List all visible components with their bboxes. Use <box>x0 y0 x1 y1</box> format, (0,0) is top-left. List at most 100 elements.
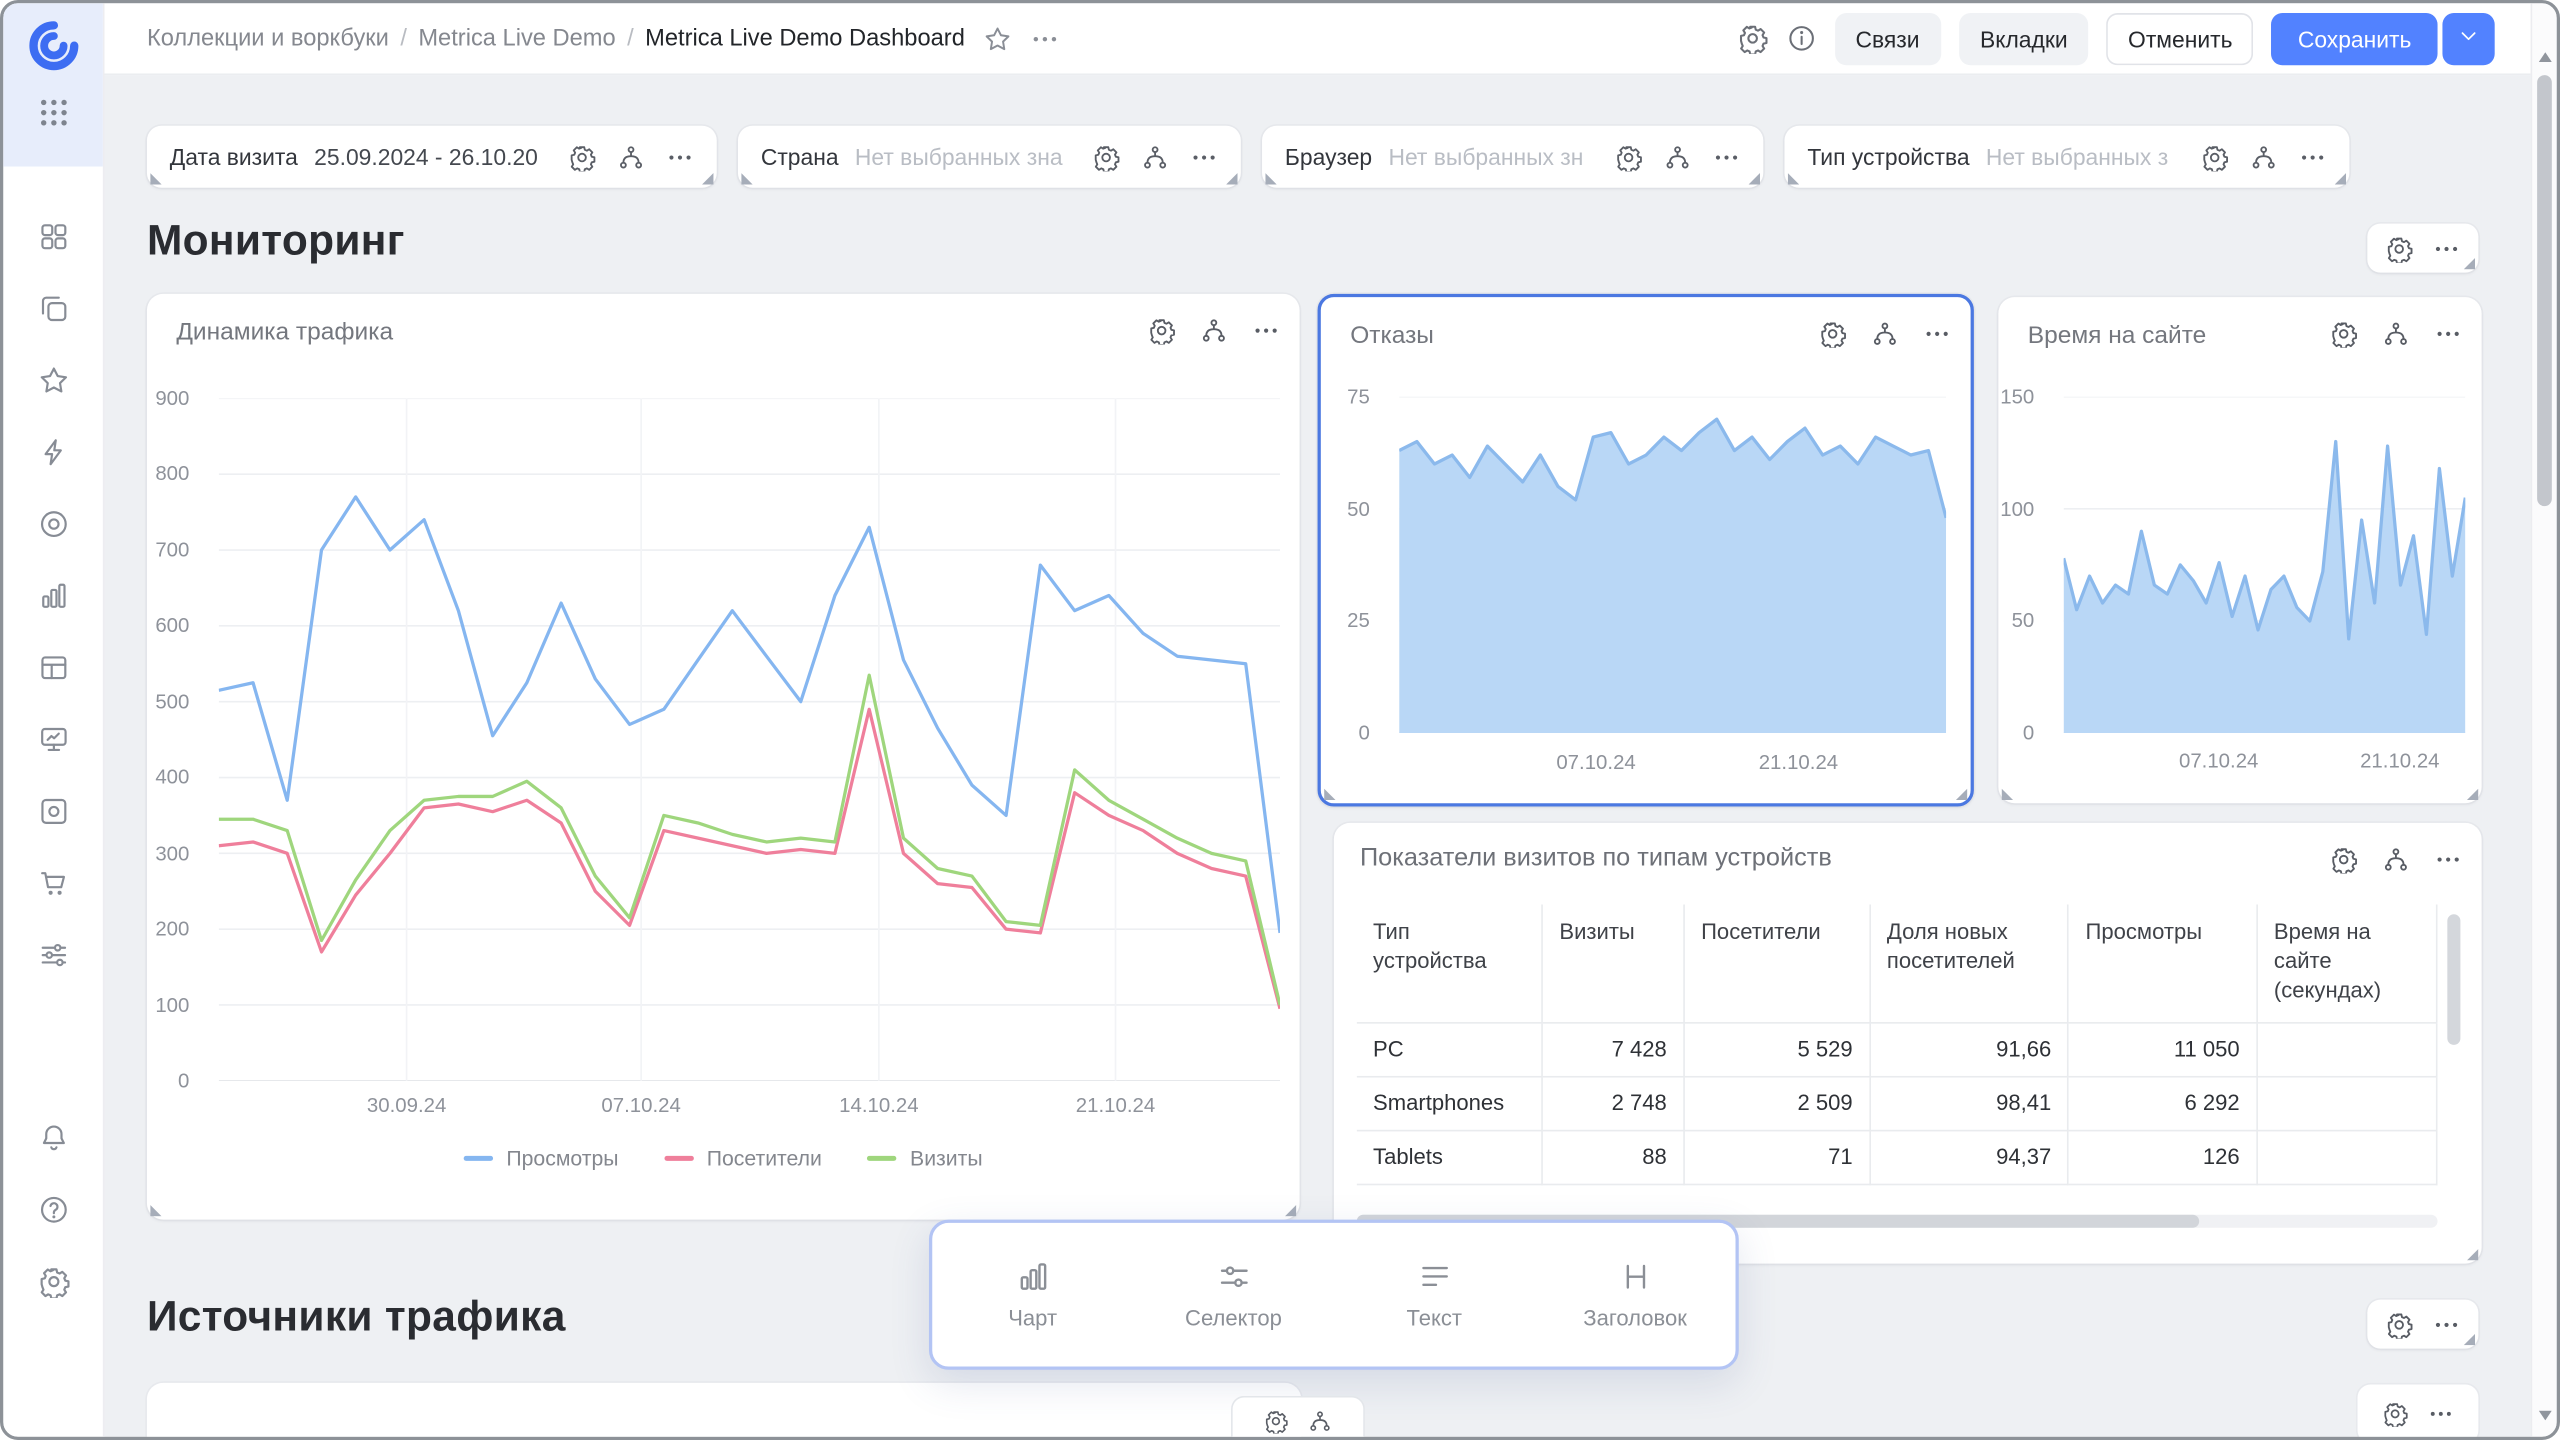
add-selector-button[interactable]: Селектор <box>1133 1223 1334 1367</box>
dashboard-settings-icon[interactable] <box>1736 23 1767 54</box>
more-icon[interactable] <box>2428 1401 2454 1427</box>
resize-handle[interactable] <box>1226 173 1237 184</box>
table-header-cell[interactable]: Посетители <box>1684 904 1870 1022</box>
gear-icon[interactable] <box>568 143 596 171</box>
apps-grid-icon[interactable] <box>35 95 71 131</box>
star-icon[interactable] <box>983 24 1012 53</box>
resize-handle[interactable] <box>2002 789 2013 800</box>
add-heading-button[interactable]: Заголовок <box>1535 1223 1736 1367</box>
filter-value[interactable]: Нет выбранных зн <box>1388 144 1601 170</box>
resize-handle[interactable] <box>2464 258 2475 269</box>
table-header-cell[interactable]: Визиты <box>1542 904 1684 1022</box>
filter-value[interactable]: Нет выбранных зна <box>855 144 1079 170</box>
more-icon[interactable] <box>1923 320 1951 348</box>
sidebar-item-quick-actions[interactable] <box>3 416 104 488</box>
sidebar-item-datasets[interactable] <box>3 632 104 704</box>
gear-icon[interactable] <box>2330 846 2358 874</box>
resize-handle[interactable] <box>150 1205 161 1216</box>
gear-icon[interactable] <box>1148 317 1176 345</box>
resize-handle[interactable] <box>1956 789 1967 800</box>
table-header-cell[interactable]: Время на сайте (секундах) <box>2257 904 2437 1022</box>
more-icon[interactable] <box>1252 317 1280 345</box>
links-icon[interactable] <box>617 143 645 171</box>
sidebar-item-services[interactable] <box>3 488 104 560</box>
sidebar-item-notifications[interactable] <box>3 1102 104 1174</box>
breadcrumb-item[interactable]: Metrica Live Demo <box>418 25 615 51</box>
resize-handle[interactable] <box>2464 1334 2475 1345</box>
resize-handle[interactable] <box>702 173 713 184</box>
save-button[interactable]: Сохранить <box>2272 12 2438 64</box>
tabs-button[interactable]: Вкладки <box>1959 12 2089 64</box>
more-icon[interactable] <box>1190 143 1218 171</box>
resize-handle[interactable] <box>150 173 161 184</box>
legend-item[interactable]: Просмотры <box>464 1146 619 1170</box>
widget-bounces[interactable]: Отказы 0255075 07.10.2421.10.24 <box>1318 294 1974 807</box>
filter-device-type[interactable]: Тип устройстваНет выбранных з <box>1784 126 2349 188</box>
resize-handle[interactable] <box>2335 173 2346 184</box>
gear-icon[interactable] <box>2385 1310 2413 1338</box>
apps-grid-icon[interactable] <box>35 95 71 131</box>
sidebar-item-charts[interactable] <box>3 560 104 632</box>
breadcrumb-more-icon[interactable] <box>1030 24 1059 53</box>
links-icon[interactable] <box>1871 320 1899 348</box>
sidebar-item-marketplace[interactable] <box>3 847 104 919</box>
resize-handle[interactable] <box>2467 789 2478 800</box>
add-chart-button[interactable]: Чарт <box>932 1223 1133 1367</box>
sidebar-item-dashboards[interactable] <box>3 704 104 776</box>
sidebar-item-storage[interactable] <box>3 776 104 848</box>
scroll-down-arrow-icon[interactable] <box>2539 1411 2552 1421</box>
resize-handle[interactable] <box>741 173 752 184</box>
info-icon[interactable] <box>1785 23 1816 54</box>
gear-icon[interactable] <box>2330 320 2358 348</box>
resize-handle[interactable] <box>1788 173 1799 184</box>
links-icon[interactable] <box>2250 143 2278 171</box>
table-vertical-scrollbar[interactable] <box>2447 908 2460 1195</box>
more-icon[interactable] <box>2434 846 2462 874</box>
sidebar-item-favorites[interactable] <box>3 344 104 416</box>
page-scrollbar[interactable] <box>2531 3 2557 1436</box>
gear-icon[interactable] <box>1264 1408 1288 1432</box>
table-header-cell[interactable]: Доля новых посетителей <box>1870 904 2069 1022</box>
links-icon[interactable] <box>2382 320 2410 348</box>
filter-value[interactable]: 25.09.2024 - 26.10.20 <box>314 144 555 170</box>
more-icon[interactable] <box>666 143 694 171</box>
datalens-logo-icon[interactable] <box>25 18 81 74</box>
more-icon[interactable] <box>2434 320 2462 348</box>
filter-value[interactable]: Нет выбранных з <box>1986 144 2188 170</box>
more-icon[interactable] <box>2433 1310 2461 1338</box>
resize-handle[interactable] <box>1749 173 1760 184</box>
legend-item[interactable]: Посетители <box>664 1146 822 1170</box>
sidebar-item-help[interactable] <box>3 1174 104 1246</box>
gear-icon[interactable] <box>2385 234 2413 262</box>
more-icon[interactable] <box>1713 143 1741 171</box>
links-icon[interactable] <box>1200 317 1228 345</box>
gear-icon[interactable] <box>1819 320 1847 348</box>
breadcrumb-item[interactable]: Metrica Live Demo Dashboard <box>645 25 965 51</box>
save-dropdown-button[interactable] <box>2442 12 2494 64</box>
links-icon[interactable] <box>1308 1408 1332 1432</box>
links-icon[interactable] <box>1141 143 1169 171</box>
gear-icon[interactable] <box>1092 143 1120 171</box>
sidebar-item-settings[interactable] <box>3 1246 104 1318</box>
links-button[interactable]: Связи <box>1834 12 1940 64</box>
filter-browser[interactable]: БраузерНет выбранных зн <box>1262 126 1763 188</box>
gear-icon[interactable] <box>1615 143 1643 171</box>
resize-handle[interactable] <box>1265 173 1276 184</box>
add-text-button[interactable]: Текст <box>1334 1223 1535 1367</box>
more-icon[interactable] <box>2299 143 2327 171</box>
gear-icon[interactable] <box>2382 1401 2408 1427</box>
table-header-cell[interactable]: Тип устройства <box>1357 904 1543 1022</box>
legend-item[interactable]: Визиты <box>868 1146 983 1170</box>
widget-device-table[interactable]: Показатели визитов по типам устройств Ти… <box>1334 823 2482 1264</box>
more-icon[interactable] <box>1030 24 1059 53</box>
sidebar-item-widgets[interactable] <box>3 201 104 273</box>
resize-handle[interactable] <box>1285 1205 1296 1216</box>
links-icon[interactable] <box>1664 143 1692 171</box>
sidebar-item-connections[interactable] <box>3 919 104 991</box>
gear-icon[interactable] <box>1736 23 1767 54</box>
resize-handle[interactable] <box>2467 1249 2478 1260</box>
cancel-button[interactable]: Отменить <box>2107 12 2254 64</box>
filter-visit-date[interactable]: Дата визита25.09.2024 - 26.10.20 <box>147 126 717 188</box>
sidebar-item-collections[interactable] <box>3 273 104 345</box>
more-icon[interactable] <box>2433 234 2461 262</box>
